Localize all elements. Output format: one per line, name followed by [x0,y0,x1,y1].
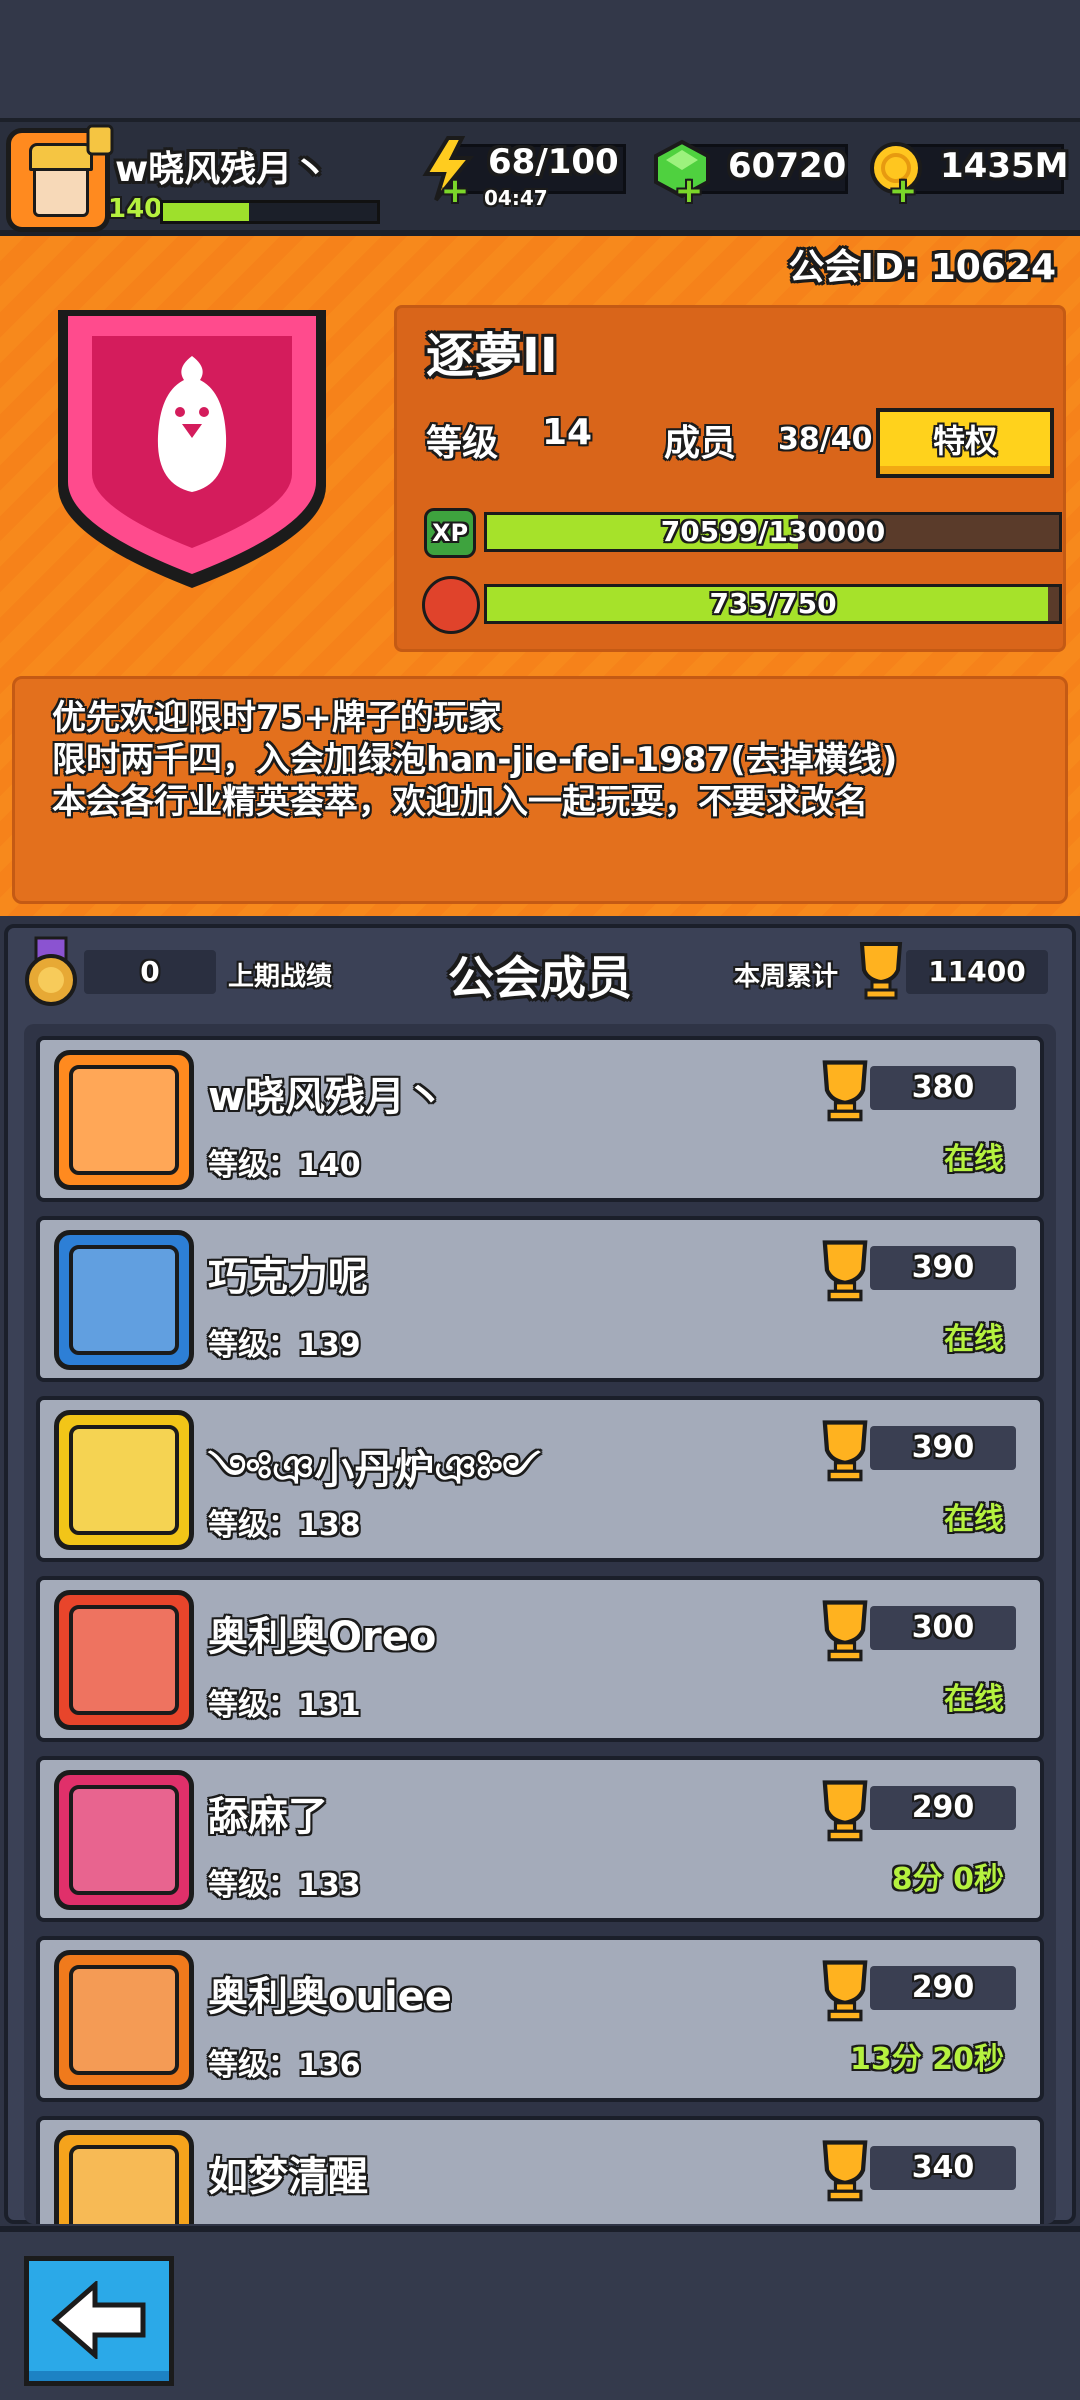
member-status: 在线 [944,1322,1004,1357]
guild-name: 逐夢II [426,328,558,384]
member-row[interactable]: 舔麻了 等级：133 290 8分 0秒 [36,1756,1044,1922]
member-avatar[interactable] [54,1590,194,1730]
member-trophy-score: 290 [870,1786,1016,1830]
member-avatar-portrait [69,1245,179,1355]
guild-id: 公会ID: 10624 [788,247,1056,288]
member-name: w晓风残月丶 [208,1074,445,1120]
member-trophy-score: 390 [870,1246,1016,1290]
gem-plus-icon[interactable]: + [674,174,704,208]
member-level: 等级：138 [208,1508,361,1543]
member-status: 8分 0秒 [891,1862,1004,1897]
energy-value: 68/100 [488,142,619,182]
member-trophy-score: 290 [870,1966,1016,2010]
member-avatar[interactable] [54,1230,194,1370]
member-trophy-score: 380 [870,1066,1016,1110]
weekly-total-value: 11400 [906,950,1048,994]
member-trophy-score: 300 [870,1606,1016,1650]
member-avatar[interactable] [54,1050,194,1190]
back-arrow-icon [51,2281,146,2359]
member-name: 如梦清醒 [208,2154,368,2200]
energy-plus-icon[interactable]: + [440,174,470,208]
medal-icon [25,936,77,1006]
chicken-guild-badge-icon[interactable] [48,296,336,596]
member-row[interactable]: ༺ঞ小丹炉ঞ༻ 等级：138 390 在线 [36,1396,1044,1562]
guild-activity-bar: 735/750 [484,584,1062,624]
energy-timer: 04:47 [484,186,548,210]
member-avatar-portrait [69,1785,179,1895]
member-avatar-portrait [69,2145,179,2224]
member-row[interactable]: 巧克力呢 等级：139 390 在线 [36,1216,1044,1382]
guild-level-label: 等级 [426,423,499,464]
guild-xp-icon: XP [424,508,476,558]
crown-icon [86,124,114,156]
member-row[interactable]: w晓风残月丶 等级：140 380 在线 [36,1036,1044,1202]
member-avatar[interactable] [54,1770,194,1910]
member-status: 13分 20秒 [850,2042,1004,2077]
member-name: 奥利奥Oreo [208,1614,437,1660]
guild-activity-text: 735/750 [709,587,837,620]
member-status: 在线 [944,1502,1004,1537]
weekly-trophy-icon [859,942,903,1000]
last-record-label: 上期战绩 [228,962,333,992]
member-row[interactable]: 如梦清醒 340 [36,2116,1044,2224]
player-xp-bar [160,200,380,224]
member-row[interactable]: 奥利奥Oreo 等级：131 300 在线 [36,1576,1044,1742]
member-trophy-score: 340 [870,2146,1016,2190]
player-name: w晓风残月丶 [115,149,329,190]
member-list[interactable]: w晓风残月丶 等级：140 380 在线 巧克力呢 等级：139 390 在线 … [24,1024,1056,2224]
player-level: 140 [108,194,163,224]
coin-value: 1435M [940,146,1069,186]
member-level: 等级：140 [208,1148,361,1183]
back-button[interactable] [24,2256,174,2386]
guild-level-value: 14 [542,412,593,453]
member-avatar-portrait [69,1965,179,2075]
guild-activity-icon [422,576,480,634]
member-name: 巧克力呢 [208,1254,368,1300]
description-line-3: 本会各行业精英荟萃，欢迎加入一起玩耍，不要求改名 [52,782,868,822]
member-avatar[interactable] [54,1410,194,1550]
member-name: 奥利奥ouiee [208,1974,452,2020]
member-level: 等级：136 [208,2048,361,2083]
gem-value: 60720 [728,146,847,186]
member-trophy-score: 390 [870,1426,1016,1470]
member-row[interactable]: 奥利奥ouiee 等级：136 290 13分 20秒 [36,1936,1044,2102]
status-area [0,0,1080,120]
coin-plus-icon[interactable]: + [888,174,918,208]
guild-xp-bar: 70599/130000 [484,512,1062,552]
member-avatar[interactable] [54,2130,194,2224]
guild-xp-text: 70599/130000 [660,515,886,548]
last-record-value: 0 [84,950,216,994]
member-level: 等级：131 [208,1688,361,1723]
guild-members-count: 38/40 [778,422,873,457]
members-title: 公会成员 [448,951,632,1005]
member-status: 在线 [944,1682,1004,1717]
member-level: 等级：139 [208,1328,361,1363]
weekly-total-label: 本周累计 [734,962,839,992]
member-avatar-portrait [69,1605,179,1715]
member-status: 在线 [944,1142,1004,1177]
member-level: 等级：133 [208,1868,361,1903]
privilege-button[interactable]: 特权 [876,408,1054,478]
player-xp-fill [163,203,249,221]
member-avatar[interactable] [54,1950,194,2090]
member-avatar-portrait [69,1065,179,1175]
member-name: 舔麻了 [208,1794,328,1840]
guild-members-label: 成员 [664,423,737,464]
member-avatar-portrait [69,1425,179,1535]
